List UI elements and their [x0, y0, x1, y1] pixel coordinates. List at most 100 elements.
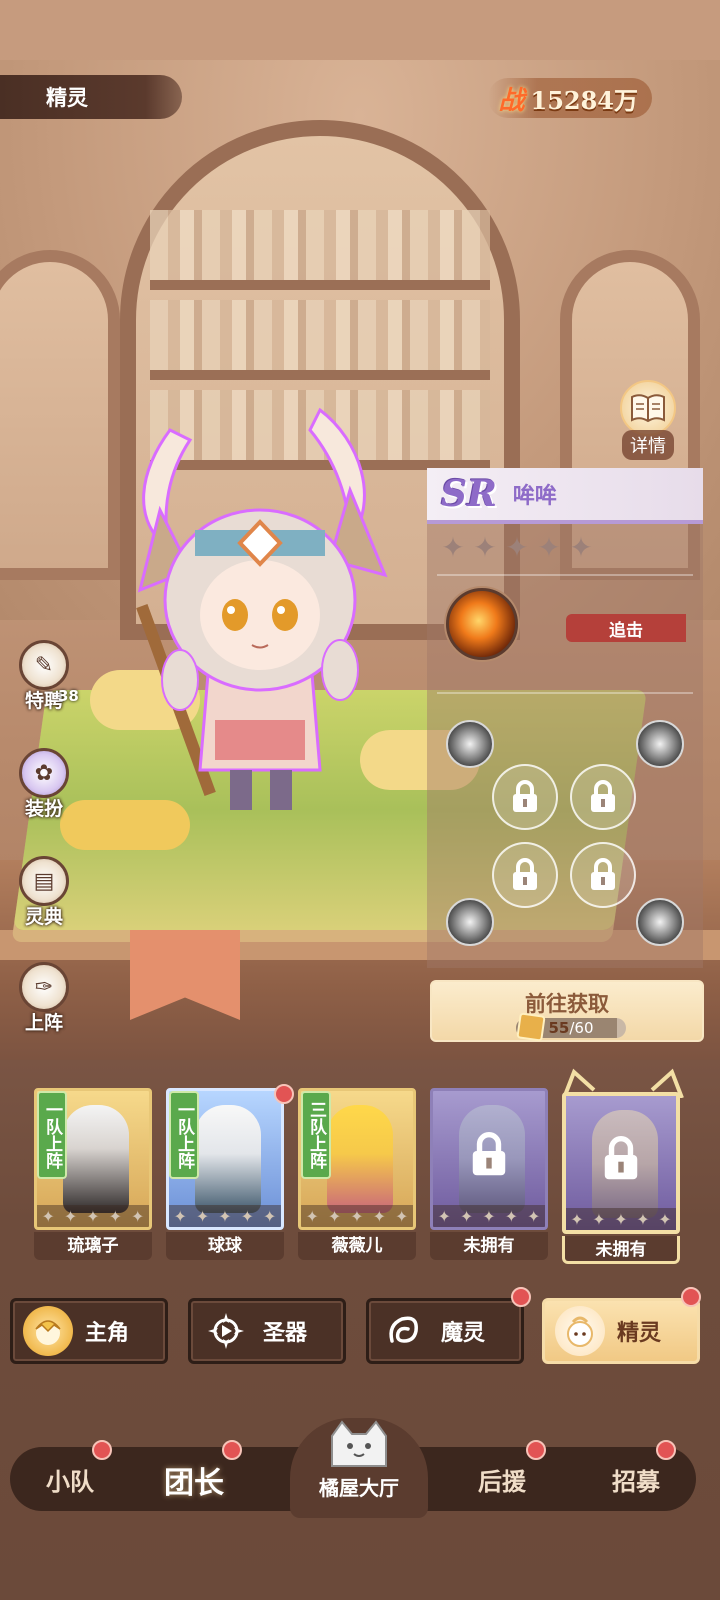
sprite-icon [555, 1306, 605, 1356]
details-button[interactable]: 详情 [612, 380, 684, 460]
combat-power-value: 15284万 [530, 85, 639, 115]
card-stars: ✦ ✦ ✦ ✦ ✦ [433, 1205, 545, 1227]
nav-recruit[interactable]: 招募 [612, 1462, 660, 1497]
puzzle-piece-icon [516, 1012, 546, 1042]
side-button-label: 装扮 [24, 798, 63, 820]
card-stars: ✦ ✦ ✦ ✦ ✦ [169, 1205, 281, 1227]
lock-icon [472, 1132, 506, 1176]
side-button-label: 上阵 [24, 1012, 63, 1034]
notification-dot [656, 1440, 676, 1460]
skill-tag: 追击 [566, 614, 686, 642]
roster-card[interactable]: ✦ ✦ ✦ ✦ ✦ 三队上阵 薇薇儿 [298, 1088, 416, 1260]
artifact-icon [201, 1306, 251, 1356]
nav-hall-label: 橘屋大厅 [319, 1476, 399, 1500]
go-obtain-button[interactable]: 前往获取 55/60 [430, 980, 704, 1042]
nav-hall[interactable]: 橘屋大厅 [290, 1418, 428, 1518]
demon-spirit-icon [379, 1306, 429, 1356]
scroll-icon: ✎ [19, 640, 69, 690]
lock-icon [591, 780, 615, 812]
character-portrait [327, 1105, 393, 1213]
notification-dot [222, 1440, 242, 1460]
tab-label: 圣器 [263, 1321, 308, 1346]
rune-icon[interactable] [636, 898, 684, 946]
nav-support[interactable]: 后援 [478, 1462, 526, 1497]
notification-dot [92, 1440, 112, 1460]
divider [437, 692, 693, 694]
tab-artifact[interactable]: 圣器 [188, 1298, 346, 1364]
card-name: 球球 [166, 1232, 284, 1260]
star-icon: ✦ [569, 531, 593, 564]
notification-dot [274, 1084, 294, 1104]
team-tag: 一队上阵 [169, 1091, 199, 1179]
books-row [150, 300, 490, 370]
roster-card[interactable]: ✦ ✦ ✦ ✦ ✦ 一队上阵 球球 [166, 1084, 294, 1260]
rune-icon[interactable] [636, 720, 684, 768]
details-label: 详情 [622, 430, 674, 460]
side-button-label: 灵典 [24, 906, 63, 928]
card-name: 琉璃子 [34, 1232, 152, 1260]
side-button-codex[interactable]: ▤ 灵典 [14, 856, 74, 929]
character-name-bar: SR 哞哞 [427, 468, 703, 524]
roster-card-selected[interactable]: ✦ ✦ ✦ ✦ ✦ 未拥有 [562, 1092, 680, 1264]
cat-house-icon [331, 1420, 387, 1467]
tab-label: 主角 [85, 1321, 130, 1346]
rune-slots [440, 712, 690, 952]
card-stars: ✦ ✦ ✦ ✦ ✦ [301, 1205, 413, 1227]
notification-dot [511, 1287, 531, 1307]
tab-sprite[interactable]: 精灵 [542, 1287, 701, 1364]
card-name: 未拥有 [430, 1232, 548, 1260]
rune-icon[interactable] [446, 720, 494, 768]
card-name: 薇薇儿 [298, 1232, 416, 1260]
outfit-icon: ✿ [19, 748, 69, 798]
tab-label: 魔灵 [441, 1321, 486, 1346]
locked-slot[interactable] [570, 842, 636, 908]
roster-card[interactable]: ✦ ✦ ✦ ✦ ✦ 未拥有 [430, 1088, 548, 1260]
card-stars: ✦ ✦ ✦ ✦ ✦ [566, 1208, 676, 1230]
locked-slot[interactable] [570, 764, 636, 830]
shelf [150, 280, 490, 290]
tab-hero[interactable]: 主角 [10, 1298, 168, 1364]
fire-meteor-icon[interactable] [446, 588, 518, 660]
books-row [150, 210, 490, 280]
recruit-count-badge: 38 [58, 687, 79, 705]
side-button-outfit[interactable]: ✿ 装扮 [14, 748, 74, 821]
locked-slot[interactable] [492, 842, 558, 908]
go-obtain-label: 前往获取 [525, 992, 609, 1016]
nav-captain[interactable]: 团长 [164, 1458, 224, 1502]
page-title: 精灵 [0, 75, 182, 119]
team-tag: 一队上阵 [37, 1091, 67, 1179]
notification-dot [681, 1287, 701, 1307]
rune-icon[interactable] [446, 898, 494, 946]
star-icon: ✦ [441, 531, 465, 564]
team-tag: 三队上阵 [301, 1091, 331, 1179]
divider [437, 574, 693, 576]
roster-card[interactable]: ✦ ✦ ✦ ✦ ✦ 一队上阵 琉璃子 [34, 1088, 152, 1260]
star-icon: ✦ [537, 531, 561, 564]
notification-dot [526, 1440, 546, 1460]
tab-demon-spirit[interactable]: 魔灵 [366, 1287, 531, 1364]
deploy-icon: ✑ [19, 962, 69, 1012]
star-rating: ✦ ✦ ✦ ✦ ✦ [440, 531, 594, 564]
character-name: 哞哞 [512, 484, 557, 509]
card-stars: ✦ ✦ ✦ ✦ ✦ [37, 1205, 149, 1227]
shelf [150, 370, 490, 380]
character-model[interactable] [100, 400, 430, 830]
rarity-label: SR [441, 473, 497, 515]
character-portrait [195, 1105, 261, 1213]
codex-icon: ▤ [19, 856, 69, 906]
lock-icon [591, 858, 615, 890]
card-name: 未拥有 [562, 1236, 680, 1264]
combat-power: 战 15284万 [488, 78, 652, 118]
star-icon: ✦ [505, 531, 529, 564]
tab-label: 精灵 [617, 1321, 662, 1346]
lock-icon [513, 858, 537, 890]
nav-squad[interactable]: 小队 [46, 1462, 94, 1497]
book-icon [620, 380, 676, 436]
combat-power-icon: 战 [498, 85, 525, 116]
locked-slot[interactable] [492, 764, 558, 830]
lock-icon [604, 1136, 638, 1180]
hero-icon [23, 1306, 73, 1356]
star-icon: ✦ [473, 531, 497, 564]
lock-icon [513, 780, 537, 812]
side-button-deploy[interactable]: ✑ 上阵 [14, 962, 74, 1035]
